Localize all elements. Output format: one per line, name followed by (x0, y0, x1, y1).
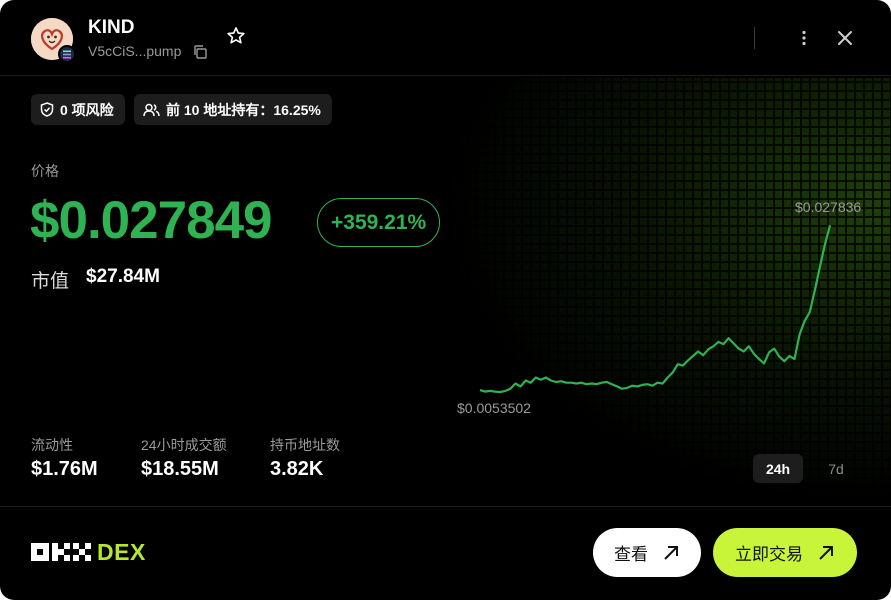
liquidity-label: 流动性 (31, 437, 73, 453)
trade-button-label: 立即交易 (735, 545, 803, 564)
volume-value: $18.55M (141, 458, 219, 480)
arrow-up-right-icon (819, 545, 833, 560)
dex-brand-text: DEX (97, 538, 146, 565)
more-icon[interactable] (794, 28, 814, 48)
risk-tag[interactable]: 0 项风险 (31, 94, 125, 125)
trade-now-button[interactable]: 立即交易 (713, 528, 857, 577)
copy-icon[interactable] (192, 44, 208, 60)
view-button[interactable]: 查看 (593, 528, 701, 577)
header-divider (754, 27, 755, 49)
volume-label: 24小时成交额 (141, 437, 227, 453)
market-cap-value: $27.84M (86, 266, 160, 287)
star-icon[interactable] (226, 26, 246, 46)
holders-tag-label: 前 10 地址持有：16.25% (166, 101, 321, 118)
holders-count-value: 3.82K (270, 458, 324, 480)
view-button-label: 查看 (614, 545, 648, 564)
shield-icon (40, 102, 54, 117)
chart-low-label: $0.0053502 (457, 400, 531, 416)
solana-icon (58, 45, 76, 63)
okx-dex-logo: DEX (31, 537, 146, 567)
users-icon (143, 103, 160, 116)
price-value: $0.027849 (30, 191, 273, 250)
risk-tag-label: 0 项风险 (60, 101, 114, 118)
price-change-badge: +359.21% (317, 198, 441, 247)
price-chart (479, 225, 832, 394)
close-icon[interactable] (835, 28, 855, 48)
token-address: V5cCiS...pump (88, 43, 182, 59)
arrow-up-right-icon (664, 545, 678, 560)
price-line (479, 225, 832, 394)
okx-logo-icon (31, 543, 91, 561)
liquidity-value: $1.76M (31, 458, 98, 480)
market-cap-label: 市值 (31, 271, 70, 292)
price-label: 价格 (31, 163, 59, 179)
holders-tag[interactable]: 前 10 地址持有：16.25% (134, 94, 332, 125)
holders-count-label: 持币地址数 (270, 437, 340, 453)
card-header: KIND V5cCiS...pump (0, 0, 891, 76)
range-7d-button[interactable]: 7d (815, 454, 857, 483)
token-card: KIND V5cCiS...pump 0 项风险 前 10 地址持有：16.25… (0, 0, 891, 600)
token-name: KIND (88, 17, 135, 38)
range-24h-button[interactable]: 24h (753, 454, 803, 483)
chart-high-label: $0.027836 (795, 199, 862, 215)
